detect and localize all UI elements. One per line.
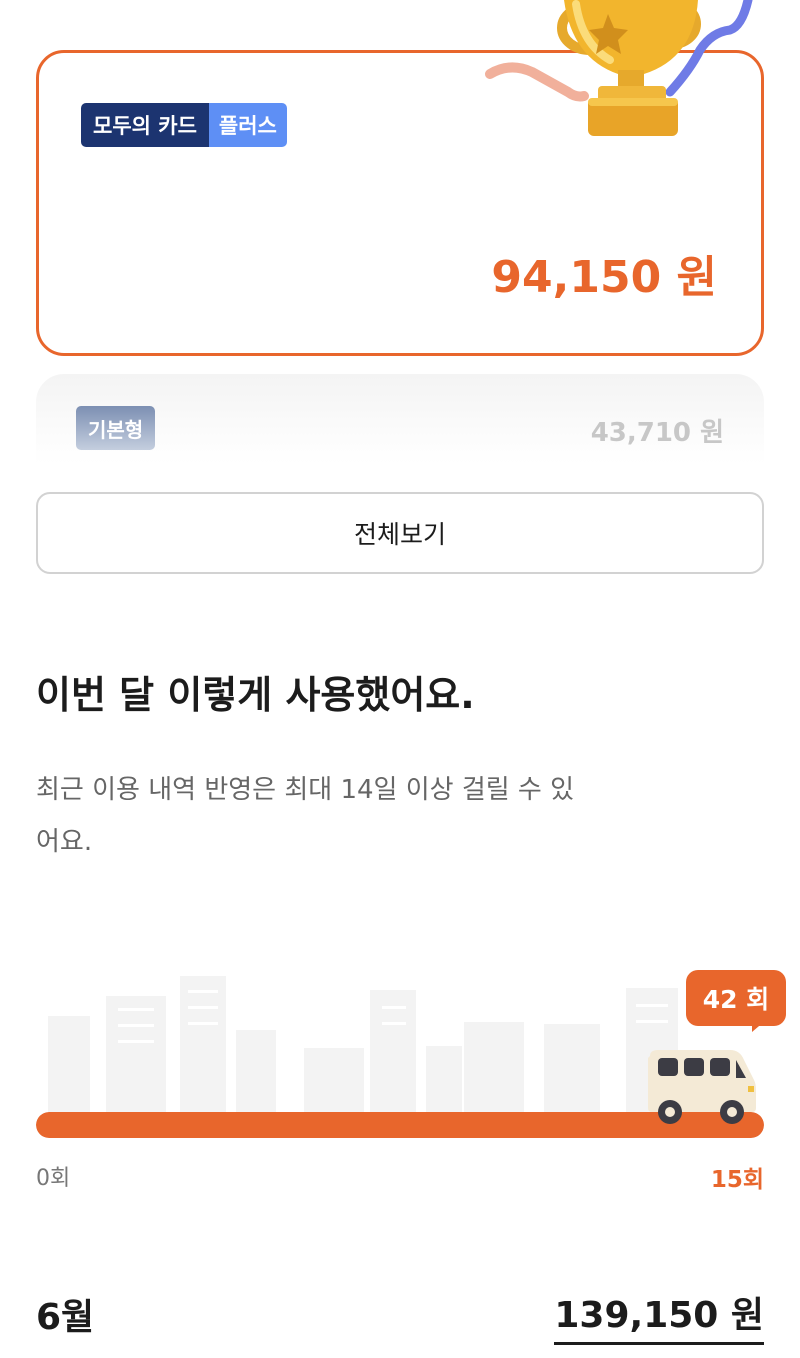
plus-card-amount: 94,150 원 bbox=[491, 252, 717, 303]
usage-count-bubble-tail bbox=[752, 1020, 766, 1032]
progress-scale-max: 15회 bbox=[710, 1167, 764, 1193]
view-all-button[interactable]: 전체보기 bbox=[36, 492, 764, 574]
basic-tier-badge: 기본형 bbox=[76, 406, 156, 450]
progress-scale-min: 0회 bbox=[36, 1166, 71, 1191]
basic-card-amount: 43,710 원 bbox=[590, 418, 724, 448]
plus-card-badge: 모두의 카드 플러스 bbox=[81, 103, 287, 147]
usage-section-title: 이번 달 이렇게 사용했어요. bbox=[36, 673, 475, 717]
month-total-amount[interactable]: 139,150 원 bbox=[554, 1286, 764, 1345]
van-icon bbox=[648, 1050, 756, 1124]
card-type-badge: 모두의 카드 bbox=[81, 103, 209, 147]
trophy-icon bbox=[485, 0, 753, 136]
usage-count-bubble: 42 회 bbox=[686, 970, 786, 1026]
plus-tier-badge: 플러스 bbox=[208, 103, 287, 147]
basic-card[interactable]: 기본형 43,710 원 bbox=[36, 374, 764, 464]
usage-description: 최근 이용 내역 반영은 최대 14일 이상 걸릴 수 있어요. bbox=[36, 775, 575, 857]
month-label: 6월 bbox=[36, 1297, 95, 1338]
